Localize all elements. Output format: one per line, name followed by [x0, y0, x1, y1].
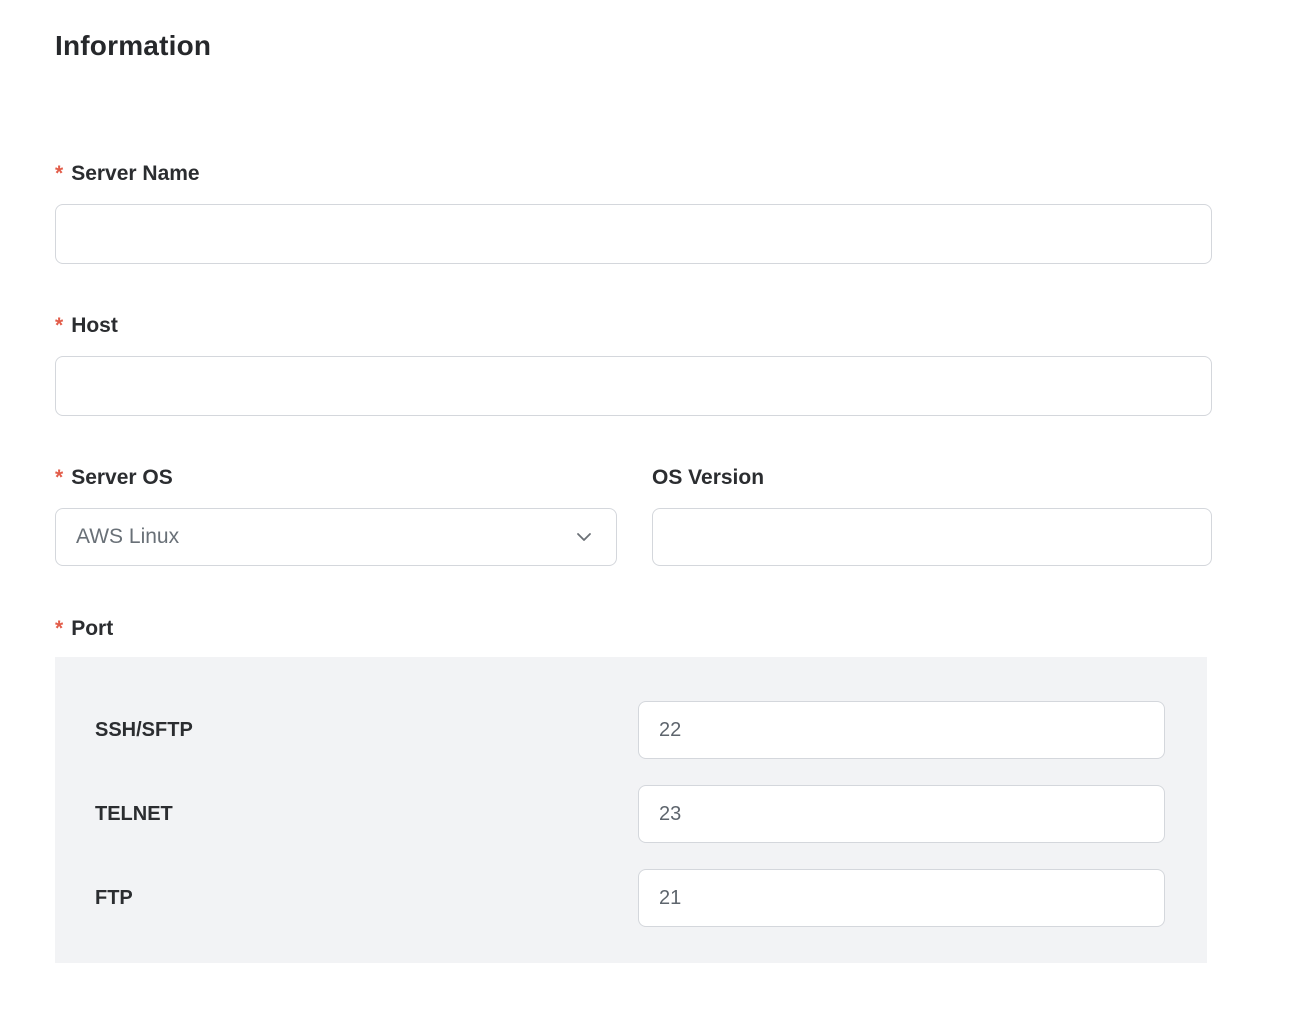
- port-row-ftp: FTP: [95, 869, 1165, 927]
- telnet-port-input[interactable]: [638, 785, 1165, 843]
- port-label: * Port: [55, 616, 1212, 642]
- server-os-label-text: Server OS: [71, 465, 173, 491]
- port-row-label: TELNET: [95, 803, 638, 826]
- port-row-label: FTP: [95, 887, 638, 910]
- chevron-down-icon: [574, 527, 594, 547]
- port-row-ssh-sftp: SSH/SFTP: [95, 701, 1165, 759]
- server-os-select[interactable]: AWS Linux: [55, 508, 617, 566]
- server-os-selected-value: AWS Linux: [76, 525, 179, 549]
- os-row: * Server OS AWS Linux OS Version: [55, 465, 1212, 566]
- server-os-field-group: * Server OS AWS Linux: [55, 465, 617, 566]
- os-version-label: OS Version: [652, 465, 1212, 491]
- host-label-text: Host: [71, 313, 118, 339]
- port-field-group: * Port SSH/SFTP TELNET FTP: [55, 616, 1212, 963]
- os-version-field-group: OS Version: [652, 465, 1212, 566]
- host-label: * Host: [55, 313, 1212, 339]
- port-label-text: Port: [71, 616, 113, 642]
- ftp-port-input[interactable]: [638, 869, 1165, 927]
- required-asterisk: *: [55, 465, 63, 491]
- host-field-group: * Host: [55, 313, 1212, 416]
- page-title: Information: [55, 30, 1212, 62]
- port-row-telnet: TELNET: [95, 785, 1165, 843]
- ssh-sftp-port-input[interactable]: [638, 701, 1165, 759]
- information-form: Information * Server Name * Host * Serve…: [0, 0, 1302, 963]
- os-version-label-text: OS Version: [652, 465, 764, 491]
- server-os-label: * Server OS: [55, 465, 617, 491]
- server-name-label-text: Server Name: [71, 161, 199, 187]
- port-panel: SSH/SFTP TELNET FTP: [55, 657, 1207, 963]
- server-name-label: * Server Name: [55, 161, 1212, 187]
- port-row-label: SSH/SFTP: [95, 719, 638, 742]
- required-asterisk: *: [55, 161, 63, 187]
- required-asterisk: *: [55, 313, 63, 339]
- host-input[interactable]: [55, 356, 1212, 416]
- server-name-field-group: * Server Name: [55, 161, 1212, 264]
- server-name-input[interactable]: [55, 204, 1212, 264]
- os-version-input[interactable]: [652, 508, 1212, 566]
- required-asterisk: *: [55, 616, 63, 642]
